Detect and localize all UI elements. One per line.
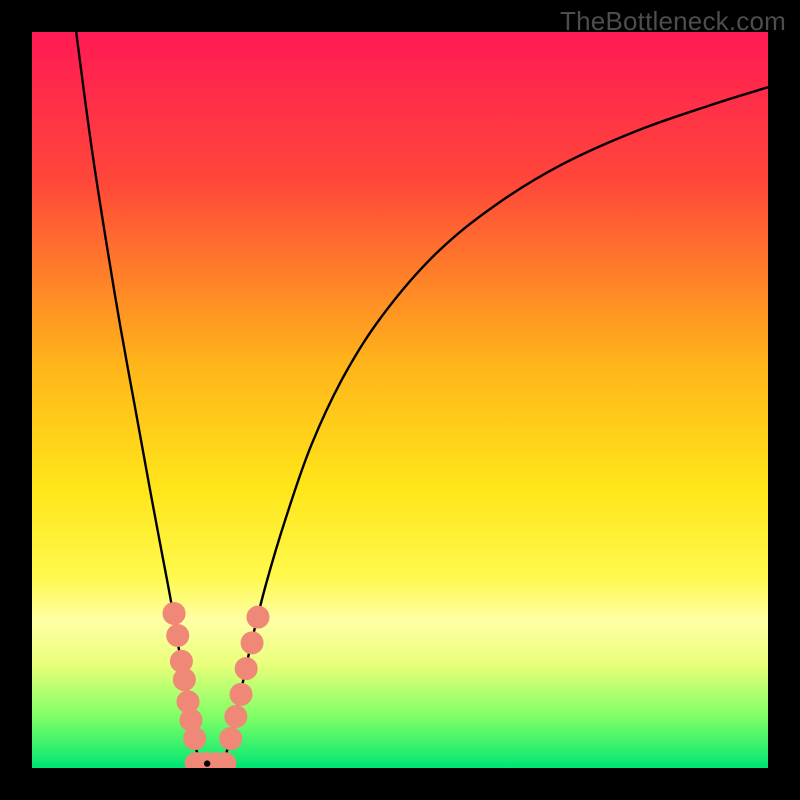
gradient-background <box>32 32 768 768</box>
marker-dot <box>220 728 242 750</box>
marker-dot <box>230 683 252 705</box>
marker-dot <box>167 625 189 647</box>
marker-dot <box>247 606 269 628</box>
chart-svg <box>32 32 768 768</box>
marker-dot <box>241 632 263 654</box>
marker-dot <box>235 658 257 680</box>
outer-frame: TheBottleneck.com <box>0 0 800 800</box>
marker-dot <box>225 705 247 727</box>
marker-dot <box>163 602 185 624</box>
green-band <box>32 764 768 768</box>
axis-nub-dot <box>204 760 210 766</box>
plot-area <box>32 32 768 768</box>
marker-dot <box>184 728 206 750</box>
marker-dot <box>173 669 195 691</box>
